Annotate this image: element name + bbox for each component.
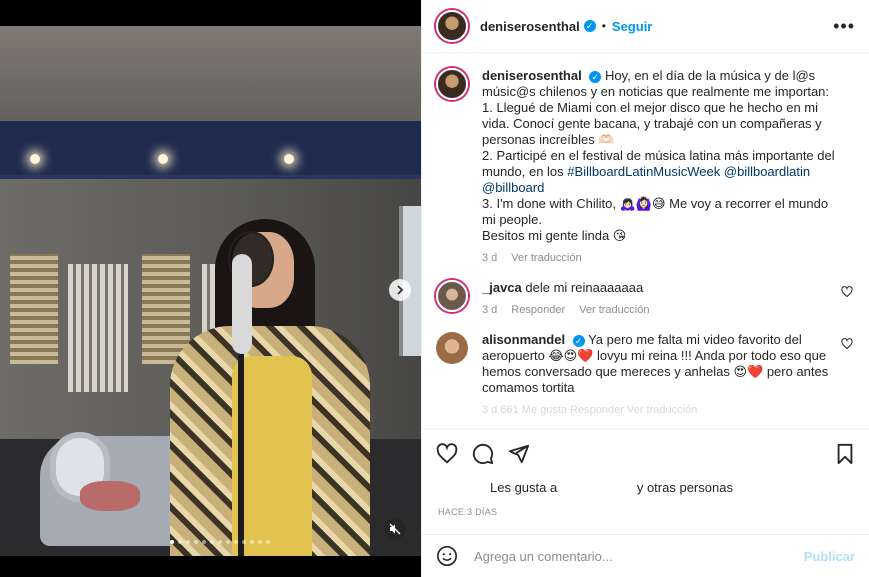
carousel-dot [250,540,254,544]
comment-item: alisonmandel ✓ Ya pero me falta mi video… [436,332,855,418]
carousel-dot [242,540,246,544]
ceiling-light [284,154,294,164]
carousel-dot [234,540,238,544]
comment-meta: 3 d Responder Ver traducción [482,302,839,318]
likes-suffix[interactable]: y otras personas [637,480,733,495]
avatar[interactable] [436,280,468,312]
add-comment-bar: Agrega un comentario... Publicar [422,534,869,577]
post-date: HACE 3 DÍAS [438,507,498,517]
ceiling-light [158,154,168,164]
singer-dress [232,356,312,556]
carousel-dot [258,540,262,544]
heart-icon[interactable] [436,442,458,465]
post-media [0,0,421,577]
ceiling-light [30,154,40,164]
caption: deniserosenthal ✓ Hoy, en el día de la m… [436,68,855,266]
comment-username[interactable]: _javca [482,280,522,295]
follow-button[interactable]: Seguir [612,19,652,34]
comment-meta: 3 d 661 Me gusta Responder Ver traducció… [482,402,839,418]
video-frame[interactable] [0,26,421,556]
next-media-button[interactable] [389,279,411,301]
comment-body: _javca dele mi reinaaaaaaa 3 d Responder… [482,280,855,318]
comment-text: dele mi reinaaaaaaa [525,280,644,295]
acoustic-panel [68,264,128,392]
muted-speaker-icon [389,523,401,535]
translate-link[interactable]: Ver traducción [579,302,649,318]
verified-badge-icon: ✓ [589,70,602,83]
acoustic-panel [10,254,58,364]
caption-body: deniserosenthal ✓ Hoy, en el día de la m… [482,68,855,266]
post-header: deniserosenthal ✓ • Seguir ••• [422,0,869,53]
avatar[interactable] [436,68,468,100]
carousel-dot [226,540,230,544]
bookmark-icon[interactable] [835,443,855,465]
comment-item: _javca dele mi reinaaaaaaa 3 d Responder… [436,280,855,318]
comment-icon[interactable] [472,443,494,465]
comments-list[interactable]: deniserosenthal ✓ Hoy, en el día de la m… [422,54,869,428]
comment-body: alisonmandel ✓ Ya pero me falta mi video… [482,332,855,418]
caption-line: 1. Llegué de Miami con el mejor disco qu… [482,100,822,147]
studio-soffit [0,121,421,179]
cloth-on-chair [80,481,140,511]
caption-username[interactable]: deniserosenthal [482,68,582,83]
likes-prefix: Les gusta a [490,480,558,495]
more-options-icon[interactable]: ••• [833,16,855,37]
microphone [232,254,252,354]
heart-icon[interactable] [841,338,853,350]
post-side-panel: deniserosenthal ✓ • Seguir ••• deniseros… [421,0,869,577]
mute-button[interactable] [384,518,406,540]
hashtag-link[interactable]: #BillboardLatinMusicWeek [567,164,720,179]
avatar[interactable] [436,10,468,42]
verified-badge-icon: ✓ [572,334,585,347]
comment-input[interactable]: Agrega un comentario... [474,549,804,564]
timestamp: 3 d [482,304,498,316]
carousel-dot [210,540,214,544]
action-bar [422,428,869,478]
carousel-dot [202,540,206,544]
comment-meta-text: 3 d 661 Me gusta Responder Ver traducció… [482,404,698,416]
carousel-dot [170,540,174,544]
carousel-dot [186,540,190,544]
separator: • [601,19,606,33]
carousel-dot [218,540,222,544]
heart-icon[interactable] [841,286,853,298]
timestamp: 3 d [482,252,498,264]
carousel-indicator [170,540,270,544]
caption-line: Besitos mi gente linda 😘 [482,228,627,243]
caption-line: 3. I'm done with Chilito, 🙇🏻‍♀️🙆🏻‍♀️😅 Me… [482,196,829,227]
avatar[interactable] [436,332,468,364]
emoji-icon[interactable] [436,545,458,567]
caption-meta: 3 d Ver traducción [482,250,839,266]
carousel-dot [194,540,198,544]
publish-button[interactable]: Publicar [804,549,855,564]
likes-summary[interactable]: Les gusta a y otras personas [490,480,733,495]
translate-link[interactable]: Ver traducción [511,250,581,266]
reply-link[interactable]: Responder [511,302,565,318]
mention-link[interactable]: @billboardlatin [724,164,810,179]
carousel-dot [266,540,270,544]
post-username[interactable]: deniserosenthal [480,19,580,34]
share-icon[interactable] [508,443,530,465]
carousel-dot [178,540,182,544]
mention-link[interactable]: @billboard [482,180,544,195]
chevron-right-icon [397,285,404,295]
comment-username[interactable]: alisonmandel [482,332,565,347]
verified-badge-icon: ✓ [583,20,596,32]
